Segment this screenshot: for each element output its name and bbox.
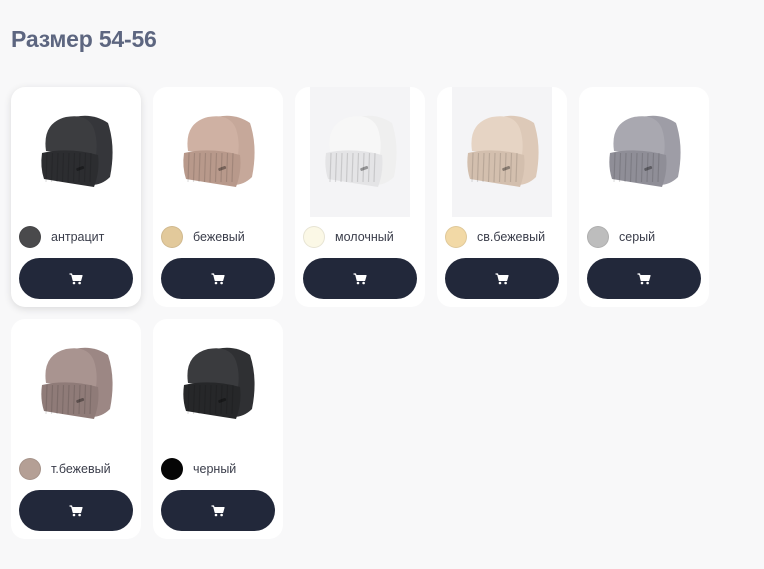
color-option[interactable]: антрацит (19, 225, 104, 249)
color-option[interactable]: серый (587, 225, 655, 249)
color-name-label: т.бежевый (51, 462, 111, 476)
color-option[interactable]: св.бежевый (445, 225, 545, 249)
color-variant-grid: антрацит бежевый молочный св.бежевый серый т.… (11, 87, 731, 539)
add-to-cart-button[interactable] (303, 258, 417, 299)
add-to-cart-button[interactable] (161, 258, 275, 299)
hat-scarf-image (41, 347, 113, 419)
color-swatch[interactable] (19, 458, 41, 480)
hat-scarf-image (41, 115, 113, 187)
size-section-title: Размер 54-56 (11, 26, 157, 52)
hat-scarf-image (467, 115, 539, 187)
color-swatch[interactable] (445, 226, 467, 248)
cart-icon (211, 272, 225, 284)
cart-icon (353, 272, 367, 284)
product-card[interactable]: антрацит (11, 87, 141, 307)
color-name-label: бежевый (193, 230, 245, 244)
add-to-cart-button[interactable] (445, 258, 559, 299)
color-swatch[interactable] (19, 226, 41, 248)
cart-icon (69, 272, 83, 284)
product-photo[interactable] (168, 319, 268, 449)
cart-icon (495, 272, 509, 284)
product-card[interactable]: бежевый (153, 87, 283, 307)
product-card[interactable]: св.бежевый (437, 87, 567, 307)
product-photo[interactable] (452, 87, 552, 217)
color-swatch[interactable] (303, 226, 325, 248)
color-name-label: серый (619, 230, 656, 244)
cart-icon (211, 504, 225, 516)
product-variants-page: Размер 54-56 антрацит бежевый молочный св.б… (0, 0, 764, 569)
color-name-label: молочный (335, 230, 394, 244)
add-to-cart-button[interactable] (19, 258, 133, 299)
product-card[interactable]: молочный (295, 87, 425, 307)
product-card[interactable]: т.бежевый (11, 319, 141, 539)
add-to-cart-button[interactable] (19, 490, 133, 531)
product-card[interactable]: серый (579, 87, 709, 307)
hat-scarf-image (609, 115, 681, 187)
product-photo[interactable] (26, 319, 126, 449)
product-photo[interactable] (594, 87, 694, 217)
cart-icon (637, 272, 651, 284)
color-name-label: антрацит (51, 230, 105, 244)
color-swatch[interactable] (161, 458, 183, 480)
color-name-label: св.бежевый (477, 230, 546, 244)
hat-scarf-image (183, 347, 255, 419)
cart-icon (69, 504, 83, 516)
color-option[interactable]: бежевый (161, 225, 245, 249)
product-photo[interactable] (310, 87, 410, 217)
product-photo[interactable] (26, 87, 126, 217)
color-option[interactable]: т.бежевый (19, 457, 111, 481)
add-to-cart-button[interactable] (587, 258, 701, 299)
color-swatch[interactable] (161, 226, 183, 248)
color-swatch[interactable] (587, 226, 609, 248)
color-option[interactable]: черный (161, 457, 236, 481)
add-to-cart-button[interactable] (161, 490, 275, 531)
color-name-label: черный (193, 462, 237, 476)
hat-scarf-image (325, 115, 397, 187)
color-option[interactable]: молочный (303, 225, 394, 249)
hat-scarf-image (183, 115, 255, 187)
product-photo[interactable] (168, 87, 268, 217)
product-card[interactable]: черный (153, 319, 283, 539)
